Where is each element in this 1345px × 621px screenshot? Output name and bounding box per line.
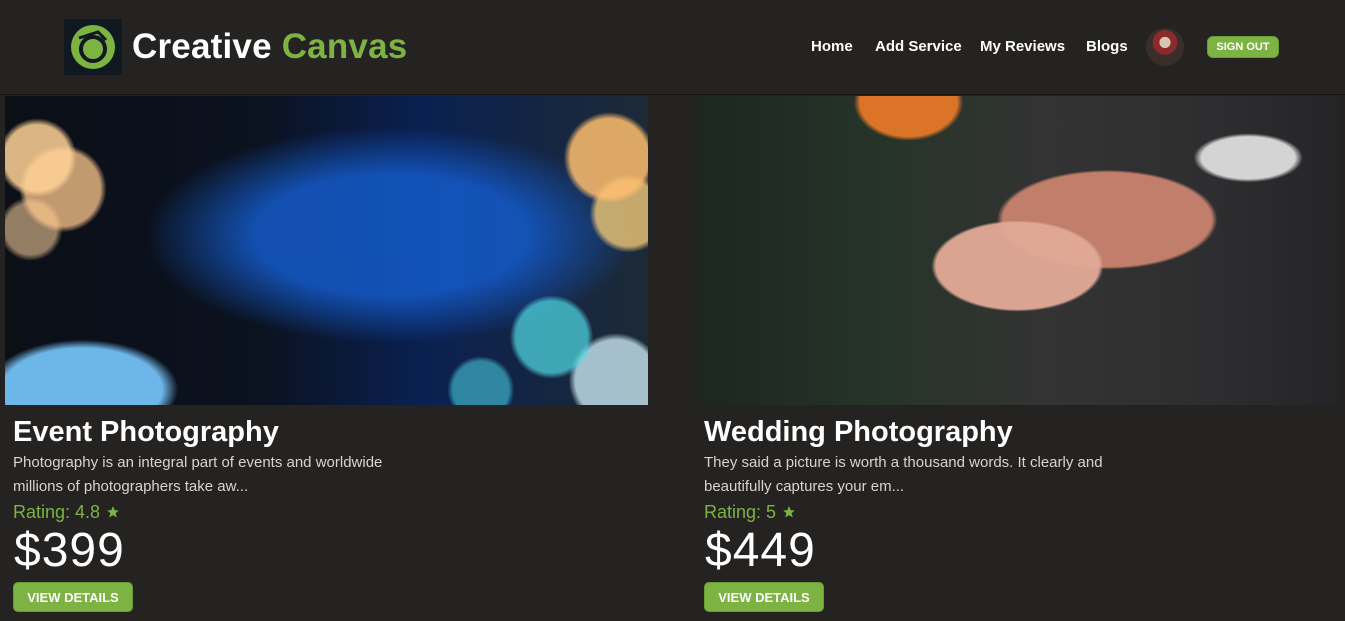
- service-price: $399: [14, 524, 125, 577]
- service-price: $449: [705, 524, 816, 577]
- brand-name-part2: Canvas: [281, 27, 408, 66]
- brand-name[interactable]: Creative Canvas: [132, 27, 407, 67]
- nav-my-reviews[interactable]: My Reviews: [980, 38, 1065, 55]
- star-icon: [107, 506, 119, 518]
- service-description: They said a picture is worth a thousand …: [704, 454, 1103, 495]
- star-icon: [783, 506, 795, 518]
- service-image-wedding: [697, 96, 1338, 405]
- camera-lens-icon[interactable]: [64, 19, 122, 75]
- nav-add-service[interactable]: Add Service: [875, 38, 962, 55]
- brand-name-part1: Creative: [132, 27, 272, 66]
- service-rating: Rating: 4.8: [13, 501, 120, 523]
- nav-home[interactable]: Home: [811, 38, 853, 55]
- nav-blogs[interactable]: Blogs: [1086, 38, 1128, 55]
- service-rating: Rating: 5: [704, 501, 796, 523]
- view-details-button[interactable]: VIEW DETAILS: [704, 582, 824, 612]
- view-details-button[interactable]: VIEW DETAILS: [13, 582, 133, 612]
- service-title: Event Photography: [13, 416, 279, 448]
- sign-out-button[interactable]: SIGN OUT: [1207, 36, 1279, 58]
- service-description: Photography is an integral part of event…: [13, 454, 383, 495]
- service-image-event: [5, 96, 648, 405]
- user-avatar[interactable]: [1146, 28, 1184, 66]
- rating-label: Rating: 4.8: [13, 502, 101, 522]
- navbar: Creative Canvas Home Add Service My Revi…: [0, 0, 1345, 95]
- service-title: Wedding Photography: [704, 416, 1013, 448]
- rating-label: Rating: 5: [704, 502, 777, 522]
